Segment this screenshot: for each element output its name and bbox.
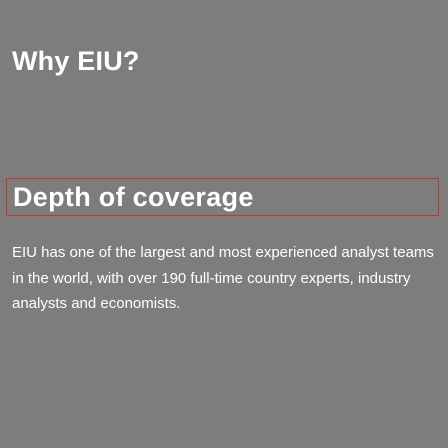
page-title: Why EIU? (12, 46, 140, 76)
section-description: EIU has one of the largest and most expe… (12, 244, 434, 312)
section-title: Depth of coverage (13, 181, 254, 212)
section-header-box: Depth of coverage (6, 178, 439, 216)
